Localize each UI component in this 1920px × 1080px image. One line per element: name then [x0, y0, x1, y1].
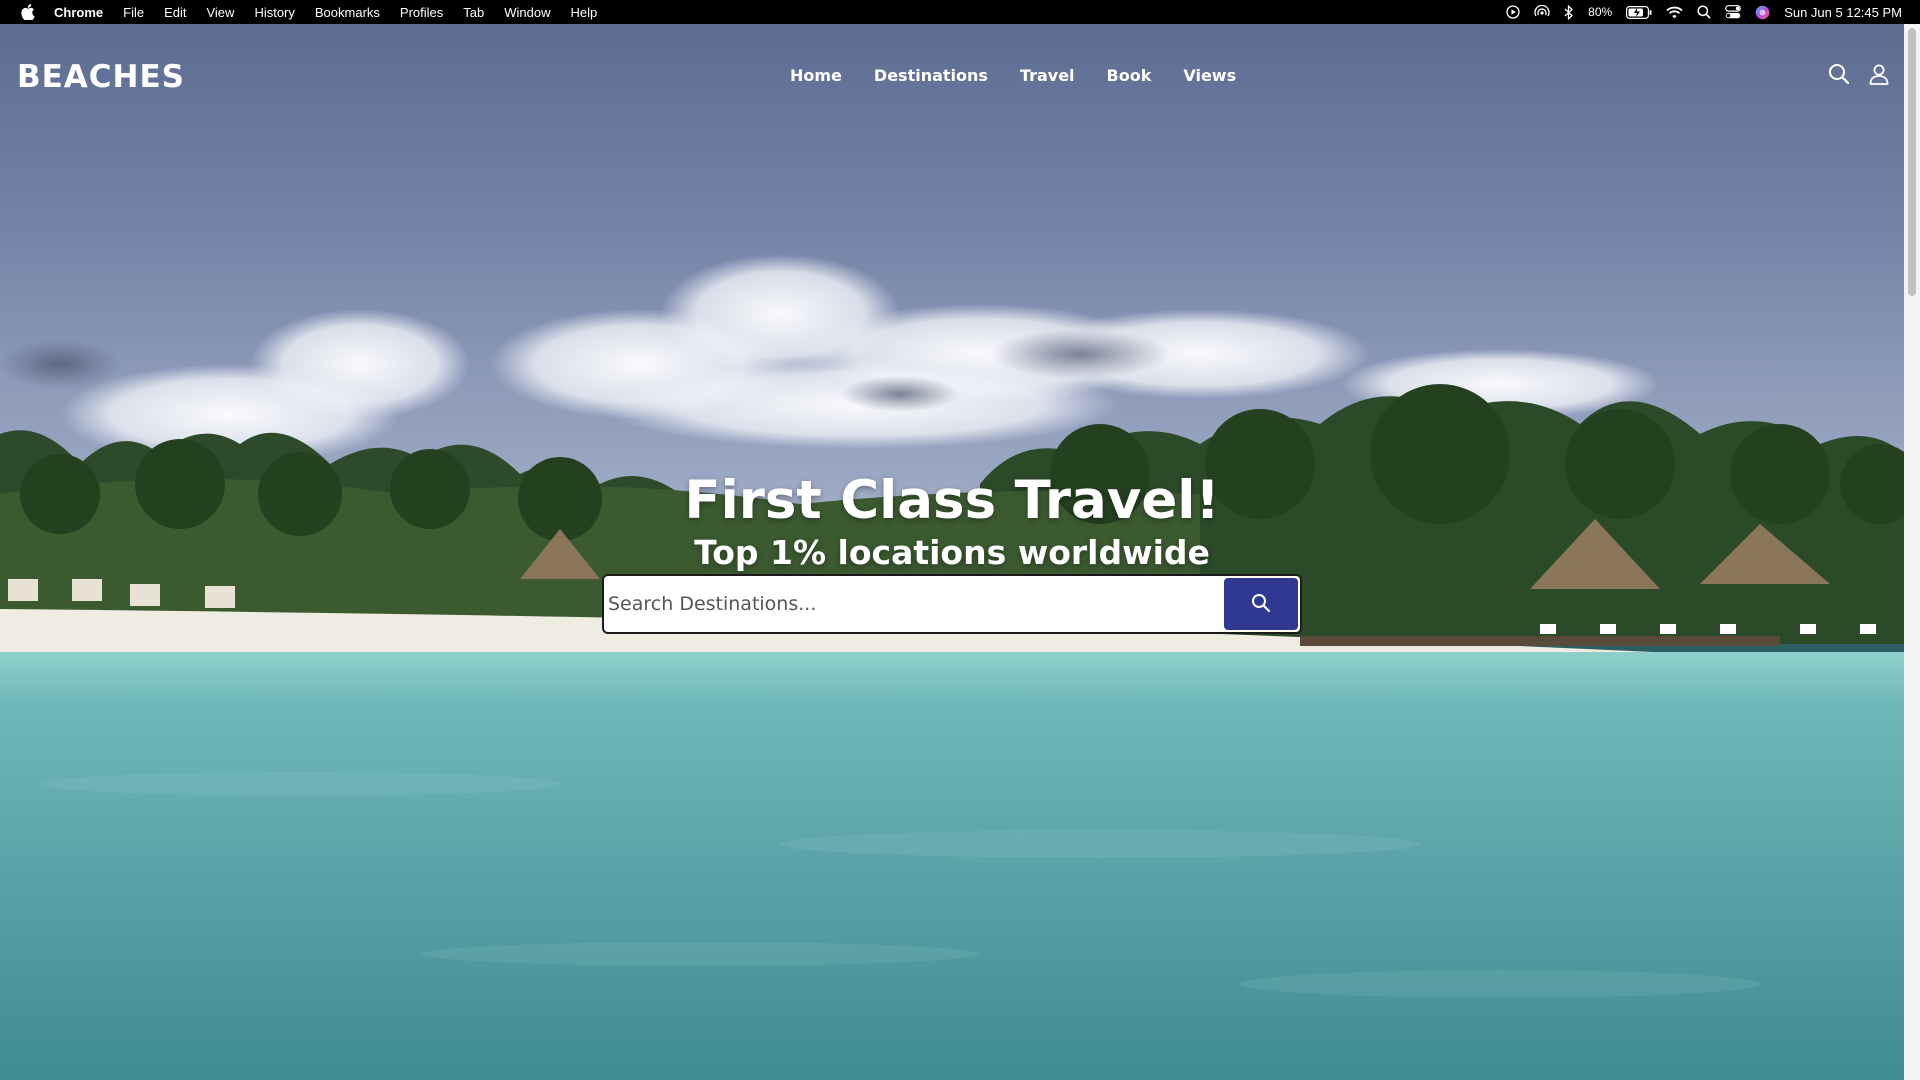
spotlight-search-icon[interactable] [1697, 5, 1711, 19]
hero-subtitle: Top 1% locations worldwide [694, 533, 1210, 572]
nav-travel[interactable]: Travel [1020, 66, 1075, 85]
system-menu-bar: Chrome File Edit View History Bookmarks … [0, 0, 1920, 24]
menu-profiles[interactable]: Profiles [400, 5, 443, 20]
menu-clock[interactable]: Sun Jun 5 12:45 PM [1784, 5, 1902, 20]
menu-help[interactable]: Help [571, 5, 598, 20]
destination-search-bar [602, 574, 1302, 634]
menu-history[interactable]: History [254, 5, 294, 20]
page-scrollbar[interactable] [1904, 24, 1920, 1080]
header-actions [1828, 63, 1890, 85]
battery-icon[interactable] [1626, 5, 1652, 19]
menu-view[interactable]: View [206, 5, 234, 20]
battery-percent: 80% [1588, 5, 1613, 19]
bluetooth-icon[interactable] [1564, 4, 1574, 20]
user-account-icon[interactable] [1868, 63, 1890, 85]
play-icon[interactable] [1506, 5, 1520, 19]
menu-window[interactable]: Window [504, 5, 550, 20]
siri-icon[interactable] [1755, 5, 1770, 20]
menu-tab[interactable]: Tab [463, 5, 484, 20]
hero-title: First Class Travel! [684, 470, 1220, 531]
site-logo[interactable]: BEACHES [17, 59, 185, 95]
control-center-icon[interactable] [1725, 5, 1742, 19]
wifi-icon[interactable] [1666, 6, 1683, 19]
scrollbar-thumb[interactable] [1908, 28, 1916, 296]
nav-book[interactable]: Book [1107, 66, 1152, 85]
apple-icon[interactable] [20, 4, 36, 20]
menu-file[interactable]: File [123, 5, 144, 20]
main-nav: Home Destinations Travel Book Views [790, 66, 1236, 85]
menu-edit[interactable]: Edit [164, 5, 186, 20]
search-icon [1251, 593, 1271, 616]
menu-app-name[interactable]: Chrome [54, 5, 103, 20]
search-icon[interactable] [1828, 63, 1850, 85]
menu-bookmarks[interactable]: Bookmarks [315, 5, 380, 20]
nav-home[interactable]: Home [790, 66, 842, 85]
site-header: BEACHES Home Destinations Travel Book Vi… [0, 24, 1904, 128]
nav-destinations[interactable]: Destinations [874, 66, 988, 85]
destination-search-input[interactable] [604, 576, 1220, 632]
nav-views[interactable]: Views [1183, 66, 1236, 85]
airdrop-icon[interactable] [1534, 5, 1550, 19]
search-submit-button[interactable] [1224, 578, 1298, 630]
